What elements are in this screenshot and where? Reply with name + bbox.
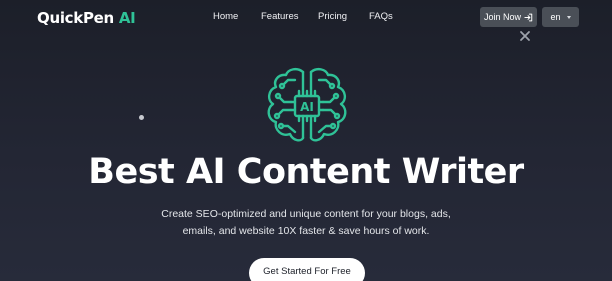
nav-pricing-link[interactable]: Pricing <box>318 11 347 22</box>
ai-brain-icon: AI <box>267 67 347 142</box>
nav-faqs-link[interactable]: FAQs <box>369 11 393 22</box>
join-now-label: Join Now <box>483 12 521 22</box>
close-icon[interactable] <box>518 29 532 43</box>
language-select[interactable]: en <box>542 7 579 27</box>
language-value: en <box>550 12 561 22</box>
hero-title: Best AI Content Writer <box>88 152 524 192</box>
caret-down-icon <box>566 15 571 19</box>
hero-subtitle-line-1: Create SEO-optimized and unique content … <box>161 208 451 220</box>
login-arrow-icon <box>524 13 533 21</box>
nav-features-link[interactable]: Features <box>261 11 299 22</box>
brand-logo[interactable]: QuickPen AI <box>37 9 136 27</box>
nav-home-link[interactable]: Home <box>213 11 238 22</box>
brand-name: QuickPen <box>37 9 114 27</box>
brand-accent: AI <box>118 9 136 27</box>
decorative-dot <box>139 115 144 120</box>
join-now-button[interactable]: Join Now <box>480 7 537 27</box>
ai-chip-label: AI <box>300 100 314 114</box>
get-started-button[interactable]: Get Started For Free <box>249 258 365 281</box>
hero-subtitle-line-2: emails, and website 10X faster & save ho… <box>182 225 430 237</box>
